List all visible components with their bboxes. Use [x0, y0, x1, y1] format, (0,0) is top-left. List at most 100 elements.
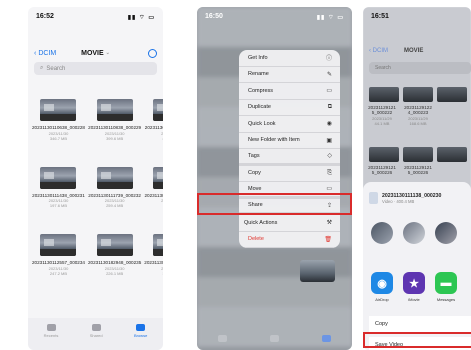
file-name-suffix: 5_000226: [371, 170, 393, 176]
menu-item-compress[interactable]: Compress ▭: [239, 83, 340, 100]
menu-item-label: Quick Actions: [244, 219, 278, 226]
file-item[interactable]: 20231130111739_000232 2023/11/30 259.4 MB: [88, 166, 141, 208]
status-bar: 16:52 ▮▮ ⌔ ▭: [36, 13, 155, 23]
status-bar: 16:50 ▮▮ ⌔ ▭: [205, 13, 344, 23]
menu-item-new-folder-with-item[interactable]: New Folder with Item ▣: [239, 133, 340, 149]
compress-icon: ▭: [326, 88, 332, 95]
file-names-row: 20231129121 5_000226 20231129121 5_000226: [367, 165, 433, 176]
back-button[interactable]: ‹ DCIM: [369, 48, 388, 54]
menu-item-rename[interactable]: Rename ✎: [239, 67, 340, 83]
copy-action[interactable]: Copy: [369, 316, 471, 333]
file-icon: [369, 192, 378, 204]
file-item[interactable]: 20231130111438_000231 2023/11/30 197.6 MB: [32, 166, 85, 208]
delete-icon: 🗑: [324, 236, 332, 243]
get-info-icon: ⓘ: [325, 56, 332, 63]
copy-icon: ⎘: [327, 169, 332, 176]
menu-item-duplicate[interactable]: Duplicate ⧉: [239, 100, 340, 116]
video-thumbnail: [369, 147, 399, 162]
navigation-bar: ‹ DCIM MOVIE ⌄: [34, 47, 157, 59]
contact-suggestions: [371, 222, 457, 244]
tab-browse[interactable]: Browse: [134, 324, 147, 338]
file-label: 20231129121 5_000226: [403, 165, 433, 176]
menu-item-get-info[interactable]: Get Info ⓘ: [239, 50, 340, 67]
file-label: 20231129121 5_000226: [367, 165, 397, 176]
search-input[interactable]: ⌕ Search: [34, 62, 157, 75]
search-placeholder: Search: [46, 65, 66, 72]
file-item[interactable]: 20231130112557_000234 2023/11/30 247.2 MB: [32, 234, 85, 276]
file-name: 20231129121: [368, 105, 396, 110]
tab-recents[interactable]: Recents: [44, 324, 58, 338]
file-name: 20231129121: [368, 165, 396, 170]
contact-avatar[interactable]: [371, 222, 393, 244]
status-time: 16:51: [371, 13, 389, 20]
app-label: Messages: [436, 297, 456, 302]
video-thumbnail: [152, 234, 163, 256]
file-item[interactable]: 20231130112049_0002332023/11/3030 MB: [144, 166, 163, 209]
file-item[interactable]: 20231130110638_000228 2023/11/30 346.7 MB: [32, 99, 85, 141]
file-size: 197.6 MB: [49, 203, 68, 208]
share-sheet: 20231130111138_000230 Video · 400.4 MB ◉…: [363, 182, 471, 350]
menu-item-quick-look[interactable]: Quick Look ◉: [239, 116, 340, 133]
page-title[interactable]: MOVIE ⌄: [81, 50, 110, 57]
video-thumbnail: [96, 166, 133, 189]
quick-look-icon: ◉: [326, 121, 332, 128]
signal-icon: ▮▮ ⌔ ▭: [127, 15, 155, 21]
messages-icon: ▬: [435, 272, 457, 294]
chevron-down-icon: ⌄: [105, 50, 110, 56]
quick-actions-icon: ⚒: [326, 220, 332, 227]
file-item[interactable]: 20231130110838_000229 2023/11/30 399.6 MB: [88, 99, 141, 141]
search-input[interactable]: Search: [369, 62, 471, 74]
chevron-left-icon: ‹: [34, 49, 37, 57]
file-item[interactable]: 20231130111138_0002302023/11/30400.4 MB: [144, 99, 163, 141]
contact-avatar[interactable]: [403, 222, 425, 244]
back-label: DCIM: [38, 49, 57, 57]
video-thumbnail: [369, 87, 399, 102]
file-item[interactable]: 20231130182948_000235 2023/11/30 226.1 MB: [88, 234, 141, 276]
menu-item-label: Copy: [248, 170, 261, 177]
file-date: 2023/11/30: [161, 198, 163, 203]
menu-item-label: Quick Look: [248, 120, 276, 127]
share-app-airdrop[interactable]: ◉ AirDrop: [371, 272, 393, 302]
menu-item-tags[interactable]: Tags ◇: [239, 149, 340, 166]
file-size: 346.7 MB: [49, 135, 68, 141]
tab-shared[interactable]: Shared: [90, 324, 103, 338]
share-app-messages[interactable]: ▬ Messages: [435, 272, 457, 302]
file-name-suffix: 4_000223: [407, 110, 429, 116]
share-app-imovie[interactable]: ★ iMovie: [403, 272, 425, 302]
back-label: DCIM: [372, 48, 389, 54]
menu-item-label: Delete: [248, 236, 264, 243]
tab-bar: Recents Shared Browse: [28, 318, 163, 350]
file-names-row: 20231129121 5_000222 2023/11/29 44.1 MB 2023…: [367, 105, 433, 127]
rename-icon: ✎: [326, 71, 332, 78]
back-button[interactable]: ‹ DCIM: [34, 50, 56, 57]
file-item[interactable]: 20231130183247_0002362023/11/30167.9 MB: [144, 234, 163, 276]
imovie-icon: ★: [403, 272, 425, 294]
menu-item-delete[interactable]: Delete 🗑: [239, 232, 340, 248]
app-label: iMovie: [408, 297, 420, 302]
menu-item-copy[interactable]: Copy ⎘: [239, 166, 340, 182]
video-thumbnail: [40, 234, 77, 256]
tags-icon: ◇: [327, 153, 332, 160]
search-icon: ⌕: [40, 65, 44, 71]
status-time: 16:50: [205, 13, 223, 20]
file-size: 167.9 MB: [162, 271, 163, 276]
folder-shared-icon: [91, 324, 101, 331]
file-name: 20231129121: [404, 165, 432, 170]
share-file-name: 20231130111138_000230: [382, 192, 442, 199]
contact-avatar[interactable]: [435, 222, 457, 244]
menu-item-label: Move: [248, 185, 262, 192]
navigation-bar: ‹ DCIM MOVIE: [369, 48, 471, 54]
share-sheet-screen: 16:51 ‹ DCIM MOVIE Search 20231129121 5_0…: [363, 7, 471, 350]
menu-item-quick-actions[interactable]: Quick Actions ⚒: [239, 215, 340, 232]
search-placeholder: Search: [375, 65, 391, 71]
share-app-row: ◉ AirDrop ★ iMovie ▬ Messages: [371, 272, 457, 302]
more-options-icon[interactable]: [148, 48, 157, 58]
menu-item-label: New Folder with Item: [248, 137, 300, 144]
app-label: AirDrop: [375, 297, 389, 302]
file-name-suffix: 5_000226: [407, 170, 429, 176]
file-size: 226.1 MB: [106, 270, 124, 276]
file-size: 247.2 MB: [49, 270, 68, 276]
video-thumbnail: [96, 234, 133, 256]
menu-item-label: Get Info: [248, 54, 268, 61]
shared-icon: [269, 335, 279, 342]
